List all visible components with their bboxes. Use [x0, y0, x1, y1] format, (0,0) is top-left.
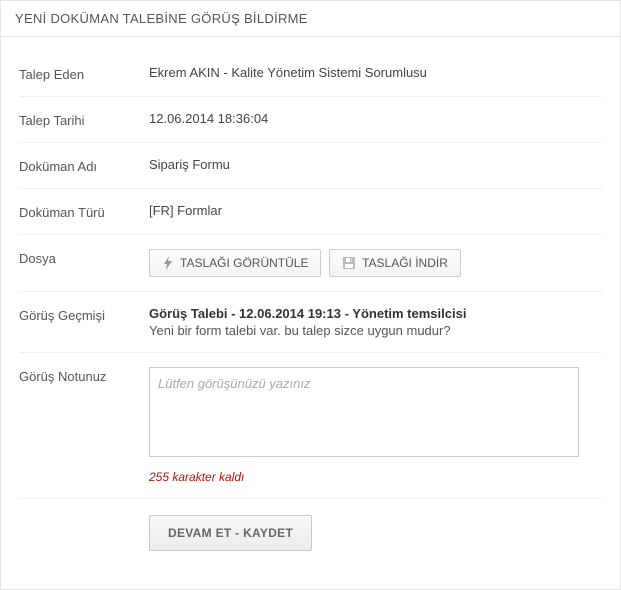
char-counter: 255 karakter kaldı	[149, 470, 602, 484]
panel-body: Talep Eden Ekrem AKIN - Kalite Yönetim S…	[1, 37, 620, 589]
submit-spacer	[19, 515, 149, 517]
form-panel: YENİ DOKÜMAN TALEBİNE GÖRÜŞ BİLDİRME Tal…	[0, 0, 621, 590]
history-label: Görüş Geçmişi	[19, 306, 149, 323]
doc-name-value: Sipariş Formu	[149, 157, 602, 172]
doc-type-label: Doküman Türü	[19, 203, 149, 220]
submit-actions: DEVAM ET - KAYDET	[149, 515, 602, 551]
note-label: Görüş Notunuz	[19, 367, 149, 384]
lightning-icon	[162, 256, 174, 270]
requester-label: Talep Eden	[19, 65, 149, 82]
row-history: Görüş Geçmişi Görüş Talebi - 12.06.2014 …	[19, 292, 602, 353]
request-date-value: 12.06.2014 18:36:04	[149, 111, 602, 126]
view-draft-label: TASLAĞI GÖRÜNTÜLE	[180, 256, 308, 270]
doc-type-value: [FR] Formlar	[149, 203, 602, 218]
row-doc-name: Doküman Adı Sipariş Formu	[19, 143, 602, 189]
row-request-date: Talep Tarihi 12.06.2014 18:36:04	[19, 97, 602, 143]
download-draft-button[interactable]: TASLAĞI İNDİR	[329, 249, 461, 277]
opinion-textarea[interactable]	[149, 367, 579, 457]
history-value: Görüş Talebi - 12.06.2014 19:13 - Yöneti…	[149, 306, 602, 338]
file-label: Dosya	[19, 249, 149, 266]
history-entry-title: Görüş Talebi - 12.06.2014 19:13 - Yöneti…	[149, 306, 602, 321]
file-actions: TASLAĞI GÖRÜNTÜLE TASLAĞI İNDİR	[149, 249, 602, 277]
row-file: Dosya TASLAĞI GÖRÜNTÜLE TASLAĞI İNDİR	[19, 235, 602, 292]
view-draft-button[interactable]: TASLAĞI GÖRÜNTÜLE	[149, 249, 321, 277]
requester-value: Ekrem AKIN - Kalite Yönetim Sistemi Soru…	[149, 65, 602, 80]
doc-name-label: Doküman Adı	[19, 157, 149, 174]
row-doc-type: Doküman Türü [FR] Formlar	[19, 189, 602, 235]
history-entry-message: Yeni bir form talebi var. bu talep sizce…	[149, 323, 602, 338]
note-value: 255 karakter kaldı	[149, 367, 602, 484]
row-submit: DEVAM ET - KAYDET	[19, 499, 602, 565]
row-note: Görüş Notunuz 255 karakter kaldı	[19, 353, 602, 499]
continue-save-button[interactable]: DEVAM ET - KAYDET	[149, 515, 312, 551]
disk-icon	[342, 256, 356, 270]
panel-title: YENİ DOKÜMAN TALEBİNE GÖRÜŞ BİLDİRME	[1, 1, 620, 37]
request-date-label: Talep Tarihi	[19, 111, 149, 128]
row-requester: Talep Eden Ekrem AKIN - Kalite Yönetim S…	[19, 51, 602, 97]
download-draft-label: TASLAĞI İNDİR	[362, 256, 448, 270]
